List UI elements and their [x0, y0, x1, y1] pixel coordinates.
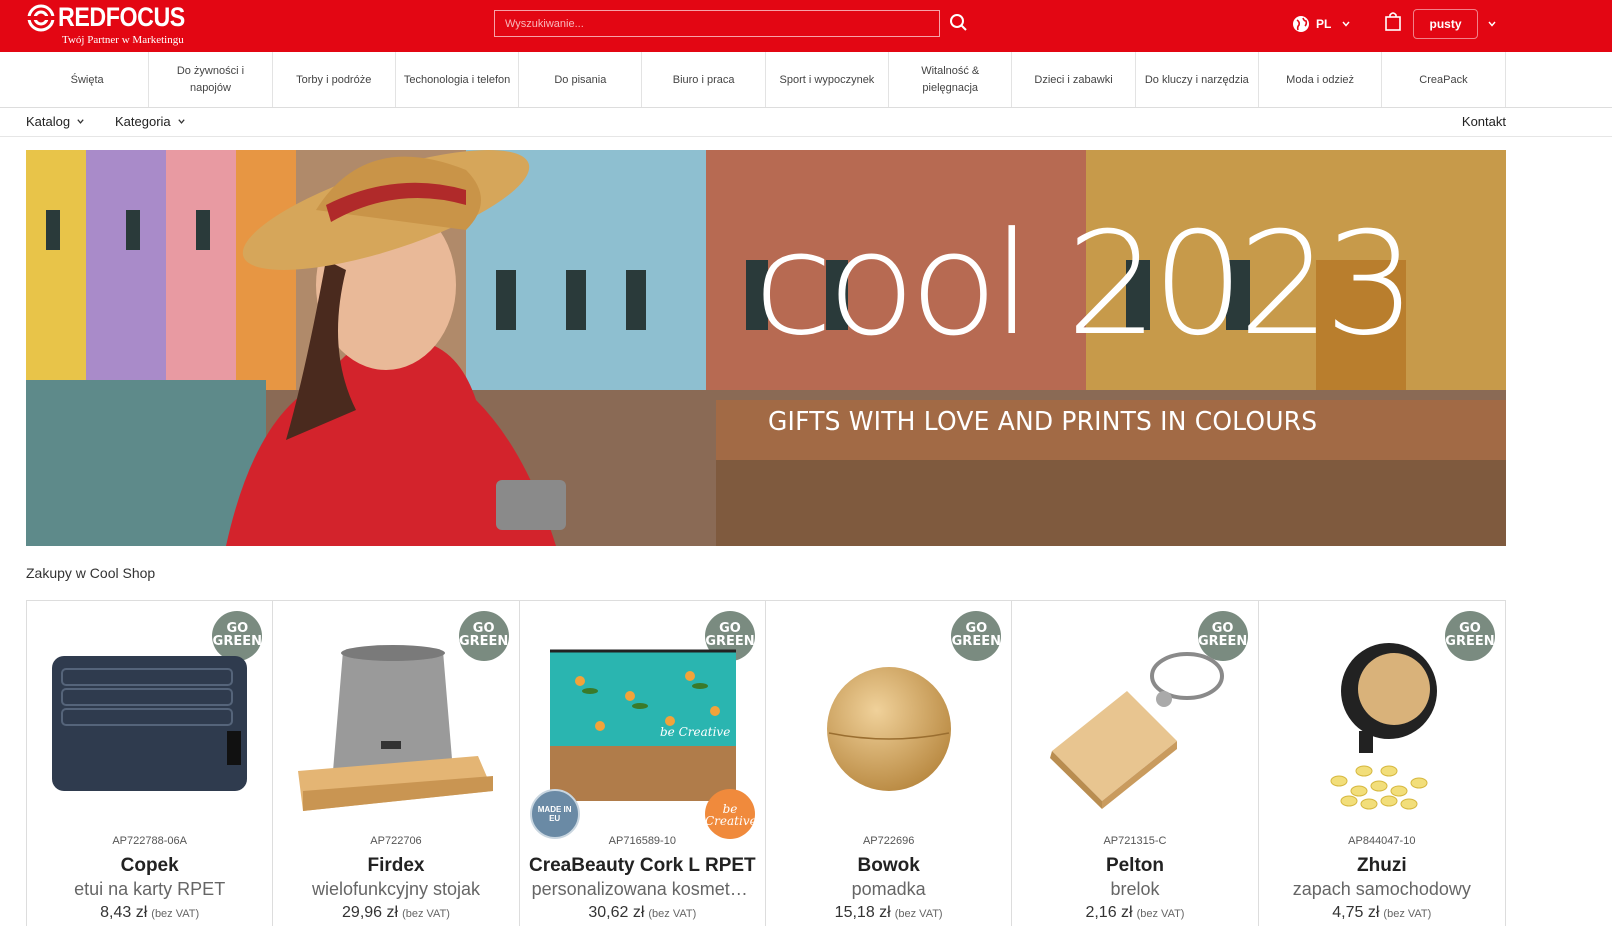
product-description: zapach samochodowy: [1292, 879, 1471, 899]
nav-divider: [0, 107, 1612, 108]
category-office[interactable]: Biuro i praca: [642, 52, 766, 108]
be-creative-badge: be Creative: [704, 789, 757, 839]
hero-title: cool 2023: [753, 202, 1417, 367]
svg-text:be Creative: be Creative: [660, 725, 730, 739]
price-vat-note: (bez VAT): [402, 908, 450, 920]
product-card[interactable]: GO GREEN AP722788-06A Copek etui na karty…: [27, 601, 274, 926]
hero-subtitle: GIFTS WITH LOVE AND PRINTS IN COLOURS: [768, 407, 1318, 437]
subnav-divider: [0, 136, 1612, 137]
product-name[interactable]: Copek: [27, 855, 272, 877]
keyring-image: [1050, 652, 1225, 809]
logo-tagline: Twój Partner w Marketingu: [62, 34, 184, 46]
logo-text: REDFOCUS: [58, 2, 185, 32]
product-description: etui na karty RPET: [74, 879, 226, 899]
category-dropdown[interactable]: Kategoria: [115, 114, 186, 129]
product-card[interactable]: GO GREEN AP722696 Bowok pomadka 15,18 zł(…: [766, 601, 1013, 926]
language-label: PL: [1316, 17, 1332, 31]
chevron-down-icon: [177, 119, 185, 124]
hero-banner[interactable]: cool 2023 GIFTS WITH LOVE AND PRINTS IN …: [26, 150, 1506, 546]
price-vat-note: (bez VAT): [1383, 908, 1432, 920]
product-sku: AP716589-10: [608, 835, 676, 847]
catalog-dropdown[interactable]: Katalog: [26, 114, 85, 129]
category-food-drink[interactable]: Do żywności i napojów: [149, 52, 273, 108]
product-price: 30,62 zł (bez VAT): [520, 904, 765, 922]
top-header: REDFOCUS Twój Partner w Marketingu PL pu…: [0, 0, 1612, 52]
category-label: Kategoria: [115, 114, 171, 129]
price-value: 2,16 zł: [1085, 904, 1133, 921]
product-name[interactable]: Pelton: [1012, 855, 1257, 877]
car-freshener-image: [1330, 643, 1437, 810]
price-vat-note: (bez VAT): [1136, 908, 1185, 920]
language-selector[interactable]: PL: [1292, 14, 1351, 34]
product-name[interactable]: Zhuzi: [1259, 855, 1505, 877]
cart-chevron-down-icon[interactable]: [1487, 19, 1497, 29]
price-value: 8,43 zł: [100, 904, 148, 921]
chevron-down-icon: [77, 119, 84, 124]
globe-icon: [1293, 16, 1309, 32]
cart-button[interactable]: pusty: [1413, 9, 1478, 39]
shopping-bag-icon[interactable]: [1384, 11, 1402, 31]
category-bags-travel[interactable]: Torby i podróże: [273, 52, 396, 108]
product-sku: AP722788-06A: [112, 835, 187, 847]
price-vat-note: (bez VAT): [648, 908, 697, 920]
product-sku: AP722696: [862, 835, 915, 847]
category-sport[interactable]: Sport i wypoczynek: [766, 52, 890, 108]
price-vat-note: (bez VAT): [894, 908, 943, 920]
price-value: 15,18 zł: [834, 904, 891, 921]
category-creapack[interactable]: CreaPack: [1382, 52, 1506, 108]
price-value: 30,62 zł: [588, 904, 645, 921]
lip-balm-image: [826, 667, 951, 791]
chevron-down-icon: [1342, 21, 1350, 27]
search-input[interactable]: [494, 10, 940, 37]
card-wallet-image: [52, 656, 247, 791]
made-in-eu-badge: MADE IN EU: [529, 789, 580, 839]
product-price: 2,16 zł (bez VAT): [1012, 904, 1257, 922]
product-sku: AP844047-10: [1348, 835, 1416, 847]
contact-link[interactable]: Kontakt: [1462, 114, 1506, 129]
product-card[interactable]: GO GREEN AP721315-C Pelton brelok 2,16 zł…: [1012, 601, 1259, 926]
search-icon[interactable]: [948, 12, 970, 34]
price-value: 4,75 zł: [1332, 904, 1380, 921]
product-description: brelok: [1110, 879, 1160, 899]
category-wellness[interactable]: Witalność & pielęgnacja: [889, 52, 1013, 108]
product-price: 4,75 zł (bez VAT): [1259, 904, 1505, 922]
category-nav: Święta Do żywności i napojów Torby i pod…: [26, 52, 1506, 108]
product-card[interactable]: GO GREEN be Creative MADE IN EU be Creati…: [520, 601, 766, 926]
felt-stand-image: [298, 645, 494, 811]
product-sku: AP722706: [370, 835, 422, 847]
product-price: 8,43 zł (bez VAT): [27, 904, 272, 922]
product-description: personalizowana kosmetyczka: [531, 879, 765, 899]
product-price: 15,18 zł (bez VAT): [766, 904, 1011, 922]
logo[interactable]: REDFOCUS Twój Partner w Marketingu: [26, 2, 206, 46]
category-kids[interactable]: Dzieci i zabawki: [1012, 52, 1136, 108]
product-description: wielofunkcyjny stojak: [311, 879, 481, 899]
category-technology[interactable]: Techonologia i telefon: [396, 52, 520, 108]
product-sku: AP721315-C: [1103, 835, 1167, 847]
price-vat-note: (bez VAT): [151, 908, 200, 920]
logo-swirl-icon: [26, 4, 56, 32]
price-value: 29,96 zł: [342, 904, 399, 921]
product-name[interactable]: CreaBeauty Cork L RPET: [520, 855, 765, 877]
product-name[interactable]: Firdex: [273, 855, 518, 877]
product-name[interactable]: Bowok: [766, 855, 1011, 877]
section-title: Zakupy w Cool Shop: [26, 565, 156, 581]
catalog-label: Katalog: [26, 114, 71, 129]
product-card[interactable]: GO GREEN AP844047-10 Zhuzi zapach samocho…: [1259, 601, 1505, 926]
category-writing[interactable]: Do pisania: [519, 52, 643, 108]
product-card[interactable]: GO GREEN AP722706 Firdex wielofunkcyjny s…: [273, 601, 520, 926]
category-keys-tools[interactable]: Do kluczy i narzędzia: [1136, 52, 1259, 108]
product-description: pomadka: [851, 879, 926, 899]
category-fashion[interactable]: Moda i odzież: [1259, 52, 1383, 108]
product-grid: GO GREEN AP722788-06A Copek etui na karty…: [26, 600, 1506, 926]
product-price: 29,96 zł (bez VAT): [273, 904, 518, 922]
sub-nav: Katalog Kategoria Kontakt: [26, 112, 1506, 134]
category-swieta[interactable]: Święta: [26, 52, 150, 108]
